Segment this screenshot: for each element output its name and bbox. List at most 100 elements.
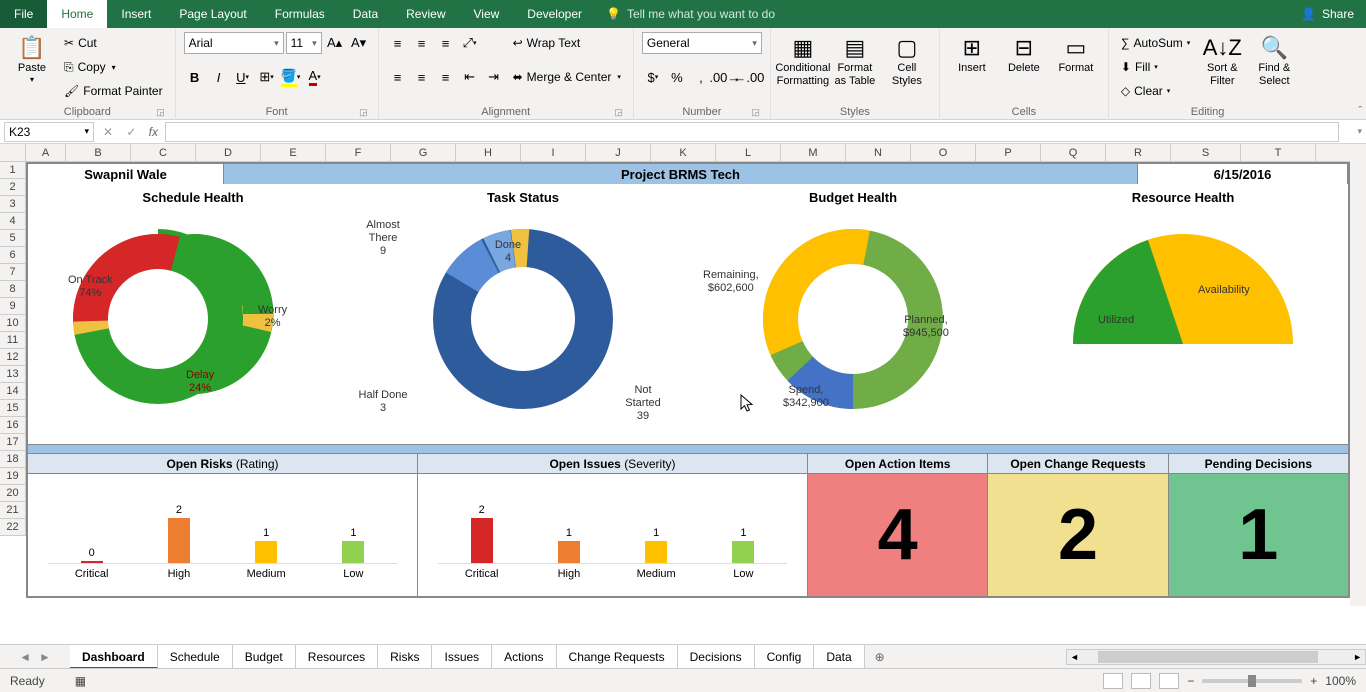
row-header[interactable]: 18 (0, 451, 25, 468)
column-header[interactable]: S (1171, 144, 1241, 161)
format-cells-button[interactable]: ▭Format (1052, 32, 1100, 77)
row-header[interactable]: 7 (0, 264, 25, 281)
percent-button[interactable]: % (666, 66, 688, 88)
cut-button[interactable]: ✂Cut (60, 32, 167, 54)
tab-home[interactable]: Home (47, 0, 107, 28)
row-header[interactable]: 14 (0, 383, 25, 400)
tab-file[interactable]: File (0, 0, 47, 28)
horizontal-scrollbar[interactable]: ◄► (1066, 649, 1366, 665)
cancel-icon[interactable]: ✕ (98, 125, 118, 139)
fill-button[interactable]: ⬇Fill▾ (1117, 56, 1194, 78)
column-header[interactable]: A (26, 144, 66, 161)
decrease-indent-button[interactable]: ⇤ (459, 66, 481, 88)
column-header[interactable]: D (196, 144, 261, 161)
format-as-table-button[interactable]: ▤Format as Table (831, 32, 879, 90)
decrease-decimal-button[interactable]: ←.00 (738, 66, 760, 88)
format-painter-button[interactable]: 🖌Format Painter (60, 80, 167, 102)
border-button[interactable]: ⊞▾ (256, 66, 278, 88)
row-header[interactable]: 17 (0, 434, 25, 451)
paste-button[interactable]: 📋 Paste ▾ (8, 32, 56, 87)
row-header[interactable]: 8 (0, 281, 25, 298)
sheet-tab[interactable]: Data (814, 645, 864, 669)
decrease-font-button[interactable]: A▾ (348, 32, 370, 54)
font-color-button[interactable]: A▾ (304, 66, 326, 88)
row-header[interactable]: 10 (0, 315, 25, 332)
expand-formula-bar[interactable]: ▾ (1357, 126, 1362, 137)
column-header[interactable]: I (521, 144, 586, 161)
orientation-button[interactable]: ⤢▾ (459, 32, 481, 54)
row-header[interactable]: 2 (0, 179, 25, 196)
sheet-tab[interactable]: Dashboard (70, 645, 158, 669)
sheet-tab[interactable]: Schedule (158, 645, 233, 669)
column-header[interactable]: N (846, 144, 911, 161)
sheet-tab[interactable]: Change Requests (557, 645, 678, 669)
insert-cells-button[interactable]: ⊞Insert (948, 32, 996, 77)
sheet-tab[interactable]: Resources (296, 645, 378, 669)
increase-indent-button[interactable]: ⇥ (483, 66, 505, 88)
delete-cells-button[interactable]: ⊟Delete (1000, 32, 1048, 77)
row-header[interactable]: 16 (0, 417, 25, 434)
sort-filter-button[interactable]: A↓ZSort & Filter (1198, 32, 1246, 90)
zoom-in-button[interactable]: + (1310, 674, 1317, 688)
tab-view[interactable]: View (460, 0, 514, 28)
macro-icon[interactable]: ▦ (75, 674, 86, 688)
row-header[interactable]: 19 (0, 468, 25, 485)
column-header[interactable]: K (651, 144, 716, 161)
align-center-button[interactable]: ≡ (411, 66, 433, 88)
align-bottom-button[interactable]: ≡ (435, 32, 457, 54)
add-sheet-button[interactable]: ⊕ (865, 650, 895, 664)
sheet-tab[interactable]: Issues (432, 645, 492, 669)
name-box[interactable]: K23▾ (4, 122, 94, 142)
sheet-tab[interactable]: Budget (233, 645, 296, 669)
prev-sheet-icon[interactable]: ◄ (19, 650, 31, 664)
clear-button[interactable]: ◇Clear▾ (1117, 80, 1194, 102)
conditional-formatting-button[interactable]: ▦Conditional Formatting (779, 32, 827, 90)
column-header[interactable]: Q (1041, 144, 1106, 161)
column-header[interactable]: C (131, 144, 196, 161)
column-header[interactable]: R (1106, 144, 1171, 161)
tab-review[interactable]: Review (392, 0, 459, 28)
zoom-out-button[interactable]: − (1187, 674, 1194, 688)
underline-button[interactable]: U▾ (232, 66, 254, 88)
font-name-combo[interactable]: Arial▾ (184, 32, 284, 54)
tab-insert[interactable]: Insert (107, 0, 165, 28)
launcher-icon[interactable]: ◲ (751, 107, 760, 118)
column-header[interactable]: M (781, 144, 846, 161)
align-middle-button[interactable]: ≡ (411, 32, 433, 54)
sheet-tab[interactable]: Risks (378, 645, 432, 669)
row-header[interactable]: 1 (0, 162, 25, 179)
row-header[interactable]: 9 (0, 298, 25, 315)
sheet-tab[interactable]: Config (755, 645, 815, 669)
copy-button[interactable]: ⎘Copy▾ (60, 56, 167, 78)
merge-center-button[interactable]: ⬌Merge & Center▾ (509, 66, 625, 88)
align-left-button[interactable]: ≡ (387, 66, 409, 88)
column-header[interactable]: B (66, 144, 131, 161)
sheet-tab[interactable]: Actions (492, 645, 556, 669)
align-right-button[interactable]: ≡ (435, 66, 457, 88)
share-button[interactable]: 👤 Share (1289, 7, 1366, 21)
align-top-button[interactable]: ≡ (387, 32, 409, 54)
row-header[interactable]: 3 (0, 196, 25, 213)
fx-button[interactable]: fx (141, 125, 165, 139)
formula-input[interactable] (165, 122, 1339, 142)
page-break-view-button[interactable] (1159, 673, 1179, 689)
cell-styles-button[interactable]: ▢Cell Styles (883, 32, 931, 90)
normal-view-button[interactable] (1103, 673, 1123, 689)
row-header[interactable]: 4 (0, 213, 25, 230)
tell-me-search[interactable]: 💡 Tell me what you want to do (606, 7, 775, 21)
row-header[interactable]: 13 (0, 366, 25, 383)
wrap-text-button[interactable]: ↩Wrap Text (509, 32, 625, 54)
collapse-ribbon-button[interactable]: ˆ (1358, 105, 1362, 117)
launcher-icon[interactable]: ◲ (359, 107, 368, 118)
row-header[interactable]: 21 (0, 502, 25, 519)
column-header[interactable]: G (391, 144, 456, 161)
column-header[interactable]: H (456, 144, 521, 161)
zoom-level[interactable]: 100% (1325, 674, 1356, 688)
column-header[interactable]: E (261, 144, 326, 161)
vertical-scrollbar[interactable] (1350, 144, 1366, 606)
select-all-corner[interactable] (0, 144, 26, 161)
tab-data[interactable]: Data (339, 0, 392, 28)
tab-formulas[interactable]: Formulas (261, 0, 339, 28)
number-format-combo[interactable]: General▾ (642, 32, 762, 54)
column-header[interactable]: O (911, 144, 976, 161)
